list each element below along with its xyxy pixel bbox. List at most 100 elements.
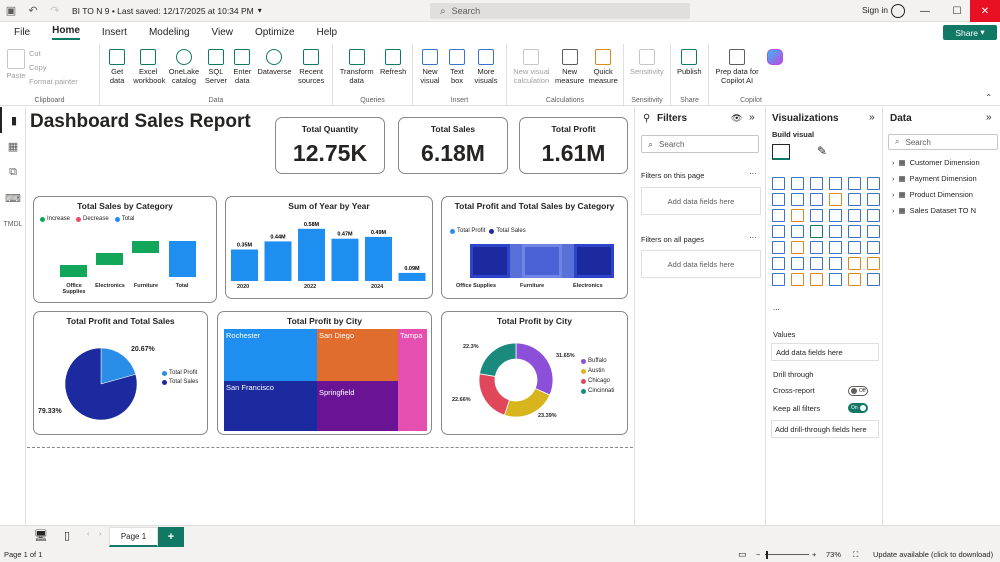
- year-bar[interactable]: [398, 272, 426, 281]
- more-visuals-button[interactable]: More visuals: [470, 46, 502, 85]
- quick-measure-button[interactable]: Quick measure: [586, 46, 620, 85]
- sql-server-button[interactable]: SQL Server: [203, 46, 229, 85]
- eye-icon[interactable]: 👁: [731, 113, 742, 124]
- collapse-data-icon[interactable]: »: [986, 112, 992, 123]
- visual-type-icon[interactable]: [810, 177, 823, 190]
- zoom-in-icon[interactable]: +: [812, 550, 816, 559]
- visual-type-icon[interactable]: [772, 257, 785, 270]
- text-box-button[interactable]: Text box: [444, 46, 470, 85]
- model-view-icon[interactable]: ⧉: [0, 159, 26, 185]
- table-item[interactable]: › ▦ Sales Dataset TO N: [892, 206, 976, 215]
- menu-file[interactable]: File: [14, 27, 30, 38]
- visual-type-icon[interactable]: [867, 273, 880, 286]
- year-bar[interactable]: [365, 236, 392, 281]
- onelake-catalog-button[interactable]: OneLake catalog: [165, 46, 203, 85]
- data-search-input[interactable]: ⌕ Search: [888, 134, 998, 150]
- update-notice[interactable]: Update available (click to download): [873, 550, 993, 559]
- publish-button[interactable]: Publish: [674, 46, 705, 76]
- more-options-icon[interactable]: ···: [749, 169, 757, 178]
- visual-type-icon[interactable]: [810, 193, 823, 206]
- refresh-button[interactable]: Refresh: [377, 46, 409, 76]
- filter-drop-zone[interactable]: Add data fields here: [641, 250, 761, 278]
- visual-type-icon[interactable]: [829, 193, 842, 206]
- pie-chart-card[interactable]: Total Profit and Total Sales 20.67% 79.3…: [33, 311, 208, 435]
- undo-icon[interactable]: ↶: [22, 0, 44, 22]
- donut-chart-card[interactable]: Total Profit by City 31.65% 23.39% 22.66…: [441, 311, 628, 435]
- copilot-button[interactable]: [762, 46, 788, 67]
- visual-type-icon[interactable]: [791, 257, 804, 270]
- sign-in-link[interactable]: Sign in: [862, 5, 888, 15]
- table-item[interactable]: › ▦ Customer Dimension: [892, 158, 980, 167]
- visual-type-icon[interactable]: [867, 177, 880, 190]
- visual-type-icon[interactable]: [772, 225, 785, 238]
- next-page-icon[interactable]: ›: [99, 531, 101, 538]
- sensitivity-button[interactable]: Sensitivity: [627, 46, 667, 76]
- visual-type-icon[interactable]: [848, 209, 861, 222]
- zoom-out-icon[interactable]: −: [756, 550, 760, 559]
- desktop-layout-icon[interactable]: 🖥: [34, 529, 48, 542]
- close-button[interactable]: ✕: [970, 0, 1000, 22]
- mobile-layout-icon[interactable]: ▯: [64, 529, 70, 542]
- redo-icon[interactable]: ↷: [44, 0, 66, 22]
- zoom-level[interactable]: 73%: [826, 550, 841, 559]
- menu-help[interactable]: Help: [316, 27, 337, 38]
- maximize-button[interactable]: ☐: [942, 0, 972, 22]
- treemap-tile[interactable]: Rochester: [224, 329, 317, 381]
- dataverse-button[interactable]: Dataverse: [256, 46, 294, 76]
- waterfall-bar[interactable]: [132, 241, 159, 253]
- donut-slice[interactable]: [478, 373, 510, 416]
- visual-type-icon[interactable]: [848, 193, 861, 206]
- visual-type-icon[interactable]: [867, 225, 880, 238]
- get-data-button[interactable]: Get data: [103, 46, 131, 85]
- visual-type-icon[interactable]: [810, 225, 823, 238]
- copy-button[interactable]: Copy: [29, 63, 78, 72]
- visual-type-icon[interactable]: [848, 177, 861, 190]
- fit-page-icon[interactable]: ▭: [738, 549, 747, 560]
- excel-workbook-button[interactable]: Excel workbook: [131, 46, 165, 85]
- dax-query-icon[interactable]: ⌨: [0, 185, 26, 211]
- collapse-ribbon-icon[interactable]: ⌃: [985, 93, 992, 102]
- tmdl-view-icon[interactable]: TMDL: [0, 211, 26, 237]
- visual-type-icon[interactable]: [791, 273, 804, 286]
- new-measure-button[interactable]: New measure: [553, 46, 587, 85]
- year-bar[interactable]: [231, 249, 258, 282]
- drill-through-drop-zone[interactable]: Add drill-through fields here: [771, 420, 879, 438]
- report-view-icon[interactable]: ▮: [0, 107, 26, 133]
- cross-report-toggle[interactable]: Off: [848, 386, 868, 396]
- year-bar[interactable]: [298, 228, 325, 281]
- waterfall-chart[interactable]: Total Sales by Category Increase Decreas…: [33, 196, 217, 303]
- share-button[interactable]: Share ▾: [943, 25, 997, 40]
- collapse-filters-icon[interactable]: »: [749, 112, 755, 123]
- visual-type-icon[interactable]: [810, 273, 823, 286]
- profit-sales-category-chart[interactable]: Total Profit and Total Sales by Category…: [441, 196, 628, 299]
- visual-type-icon[interactable]: [829, 273, 842, 286]
- visual-type-icon[interactable]: [772, 273, 785, 286]
- treemap-card[interactable]: Total Profit by City Rochester San Diego…: [217, 311, 432, 435]
- filters-search-input[interactable]: ⌕ Search: [641, 135, 759, 153]
- visual-type-icon[interactable]: [867, 241, 880, 254]
- visual-type-icon[interactable]: [772, 177, 785, 190]
- treemap-tile[interactable]: San Francisco: [224, 381, 317, 431]
- donut-slice[interactable]: [515, 342, 554, 396]
- visual-type-icon[interactable]: [867, 257, 880, 270]
- enter-data-button[interactable]: Enter data: [229, 46, 255, 85]
- donut-slice[interactable]: [479, 342, 517, 377]
- ribbon-chart-area[interactable]: [470, 244, 614, 278]
- treemap-tile[interactable]: San Diego: [317, 329, 398, 381]
- kpi-card-profit[interactable]: Total Profit 1.61M: [519, 117, 628, 174]
- document-title[interactable]: BI TO N 9 • Last saved: 12/17/2025 at 10…: [72, 6, 254, 16]
- report-canvas[interactable]: Dashboard Sales Report Total Quantity 12…: [27, 107, 633, 525]
- zoom-slider[interactable]: [765, 554, 809, 555]
- format-painter-button[interactable]: Format painter: [29, 77, 78, 86]
- visual-type-icon[interactable]: [867, 209, 880, 222]
- filter-drop-zone[interactable]: Add data fields here: [641, 187, 761, 215]
- visual-type-icon[interactable]: [810, 209, 823, 222]
- visual-type-icon[interactable]: [829, 241, 842, 254]
- visual-type-icon[interactable]: [772, 209, 785, 222]
- menu-home[interactable]: Home: [52, 25, 80, 40]
- table-item[interactable]: › ▦ Product Dimension: [892, 190, 973, 199]
- visual-type-icon[interactable]: [791, 193, 804, 206]
- transform-data-button[interactable]: Transform data: [336, 46, 377, 85]
- treemap-tile[interactable]: Springfield: [317, 381, 398, 431]
- page-tab[interactable]: Page 1: [109, 527, 158, 547]
